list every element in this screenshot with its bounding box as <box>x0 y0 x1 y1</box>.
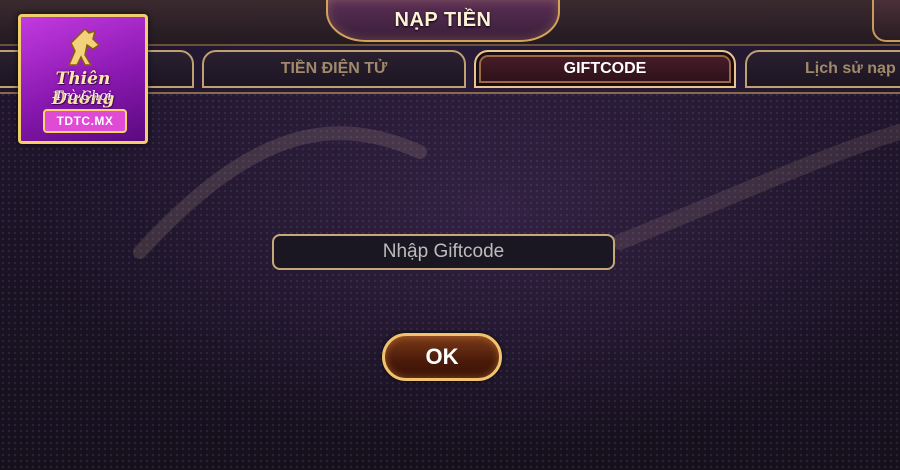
ok-button[interactable]: OK <box>382 333 502 381</box>
tab-history[interactable]: Lịch sử nạp <box>745 50 900 88</box>
tab-label: GIFTCODE <box>563 60 647 77</box>
deposit-panel: NẠP TIỀN TIỀN ĐIỆN TỬ GIFTCODE Lịch sử n… <box>0 0 900 470</box>
logo-domain-badge: TDTC.MX <box>43 109 127 133</box>
page-title: NẠP TIỀN <box>394 8 492 31</box>
tab-crypto[interactable]: TIỀN ĐIỆN TỬ <box>202 50 466 88</box>
tab-label: TIỀN ĐIỆN TỬ <box>280 60 388 77</box>
title-plate: NẠP TIỀN <box>326 0 560 42</box>
tab-label: Lịch sử nạp <box>805 60 896 77</box>
horse-icon <box>67 27 101 66</box>
logo-sub-text: Trò Chơi <box>54 89 112 104</box>
background-swoosh <box>133 124 900 259</box>
giftcode-input[interactable] <box>272 234 615 270</box>
brand-logo: Thiên Đường Trò Chơi TDTC.MX <box>18 14 148 144</box>
close-button[interactable] <box>872 0 900 42</box>
tab-giftcode[interactable]: GIFTCODE <box>474 50 736 88</box>
